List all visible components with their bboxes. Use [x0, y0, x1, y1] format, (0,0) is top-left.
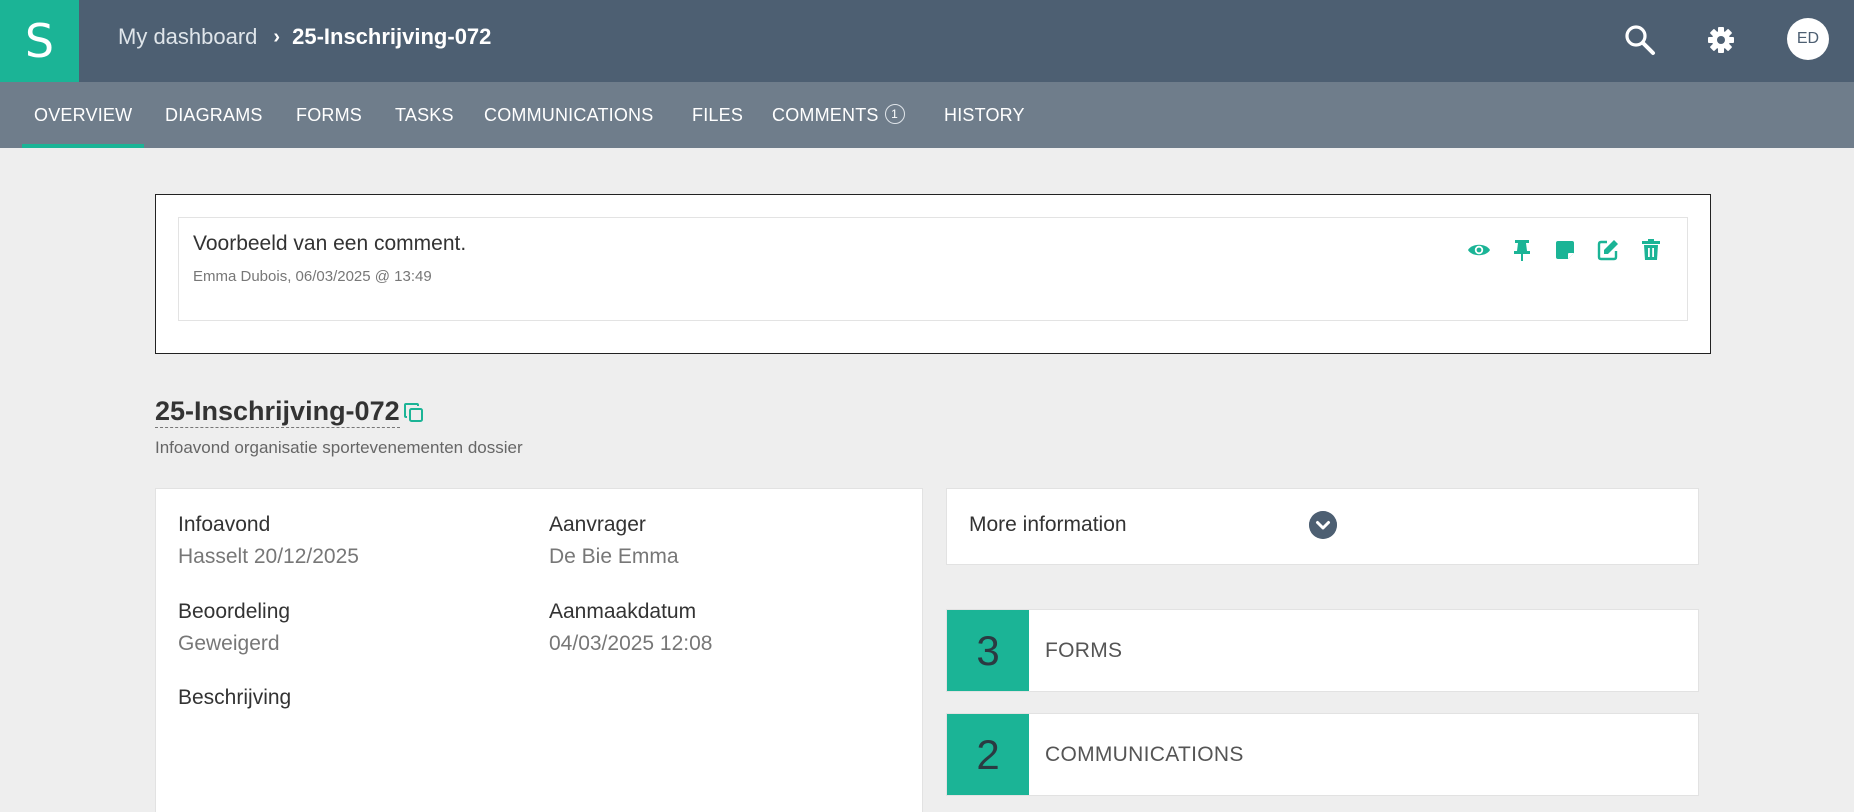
comment-card: Voorbeeld van een comment. Emma Dubois, …: [178, 217, 1688, 321]
tab-comments[interactable]: COMMENTS 1: [772, 82, 905, 148]
field-beoordeling: Beoordeling Geweigerd: [178, 600, 290, 656]
field-label: Aanmaakdatum: [549, 600, 697, 623]
pinned-comment-panel: Voorbeeld van een comment. Emma Dubois, …: [155, 194, 1711, 354]
trash-icon[interactable]: [1639, 238, 1663, 262]
field-label: Beschrijving: [178, 686, 292, 709]
tab-overview[interactable]: OVERVIEW: [21, 82, 145, 148]
field-infoavond: Infoavond Hasselt 20/12/2025: [178, 513, 359, 569]
communications-counter-label: COMMUNICATIONS: [1045, 743, 1244, 766]
edit-icon[interactable]: [1596, 238, 1620, 262]
forms-counter-card[interactable]: 3 FORMS: [946, 609, 1699, 692]
tab-tasks[interactable]: TASKS: [395, 82, 454, 148]
case-subtitle: Infoavond organisatie sportevenementen d…: [155, 438, 523, 457]
tab-files[interactable]: FILES: [692, 82, 743, 148]
tab-forms[interactable]: FORMS: [296, 82, 362, 148]
tab-diagrams[interactable]: DIAGRAMS: [165, 82, 263, 148]
copy-icon[interactable]: [402, 401, 426, 425]
breadcrumb-current: 25-Inschrijving-072: [292, 24, 492, 49]
breadcrumb: My dashboard › 25-Inschrijving-072: [118, 22, 491, 52]
field-beschrijving: Beschrijving: [178, 686, 291, 710]
tab-communications[interactable]: COMMUNICATIONS: [484, 82, 653, 148]
chevron-right-icon: ›: [273, 25, 281, 48]
field-label: Aanvrager: [549, 513, 646, 536]
tab-history[interactable]: HISTORY: [944, 82, 1025, 148]
top-header: S My dashboard › 25-Inschrijving-072 ED: [0, 0, 1854, 82]
communications-count: 2: [947, 714, 1029, 795]
field-label: Infoavond: [178, 513, 271, 536]
field-aanmaakdatum: Aanmaakdatum 04/03/2025 12:08: [549, 600, 713, 656]
forms-count: 3: [947, 610, 1029, 691]
field-value: Geweigerd: [178, 632, 280, 655]
comment-text: Voorbeeld van een comment.: [193, 232, 467, 255]
pin-icon[interactable]: [1510, 238, 1534, 262]
field-label: Beoordeling: [178, 600, 291, 623]
breadcrumb-dashboard-link[interactable]: My dashboard: [118, 24, 257, 50]
tab-comments-label: COMMENTS: [772, 105, 879, 125]
more-information-panel[interactable]: More information: [946, 488, 1699, 565]
gear-icon[interactable]: [1703, 22, 1739, 58]
field-value: Hasselt 20/12/2025: [178, 545, 359, 568]
forms-counter-label: FORMS: [1045, 639, 1123, 662]
communications-counter-card[interactable]: 2 COMMUNICATIONS: [946, 713, 1699, 796]
note-icon[interactable]: [1553, 238, 1577, 262]
app-logo[interactable]: S: [0, 0, 79, 82]
field-aanvrager: Aanvrager De Bie Emma: [549, 513, 679, 569]
search-icon[interactable]: [1622, 22, 1658, 58]
tab-bar: OVERVIEW DIAGRAMS FORMS TASKS COMMUNICAT…: [0, 82, 1854, 148]
comment-actions: [1467, 238, 1663, 262]
case-title[interactable]: 25-Inschrijving-072: [155, 395, 400, 428]
more-information-label: More information: [969, 513, 1127, 536]
field-value: De Bie Emma: [549, 545, 679, 568]
chevron-down-icon[interactable]: [1309, 511, 1337, 539]
case-details-card: Infoavond Hasselt 20/12/2025 Aanvrager D…: [155, 488, 923, 812]
field-value: 04/03/2025 12:08: [549, 632, 713, 655]
comments-count-badge: 1: [884, 104, 905, 125]
comment-meta: Emma Dubois, 06/03/2025 @ 13:49: [193, 268, 432, 285]
eye-icon[interactable]: [1467, 238, 1491, 262]
avatar[interactable]: ED: [1787, 18, 1829, 60]
